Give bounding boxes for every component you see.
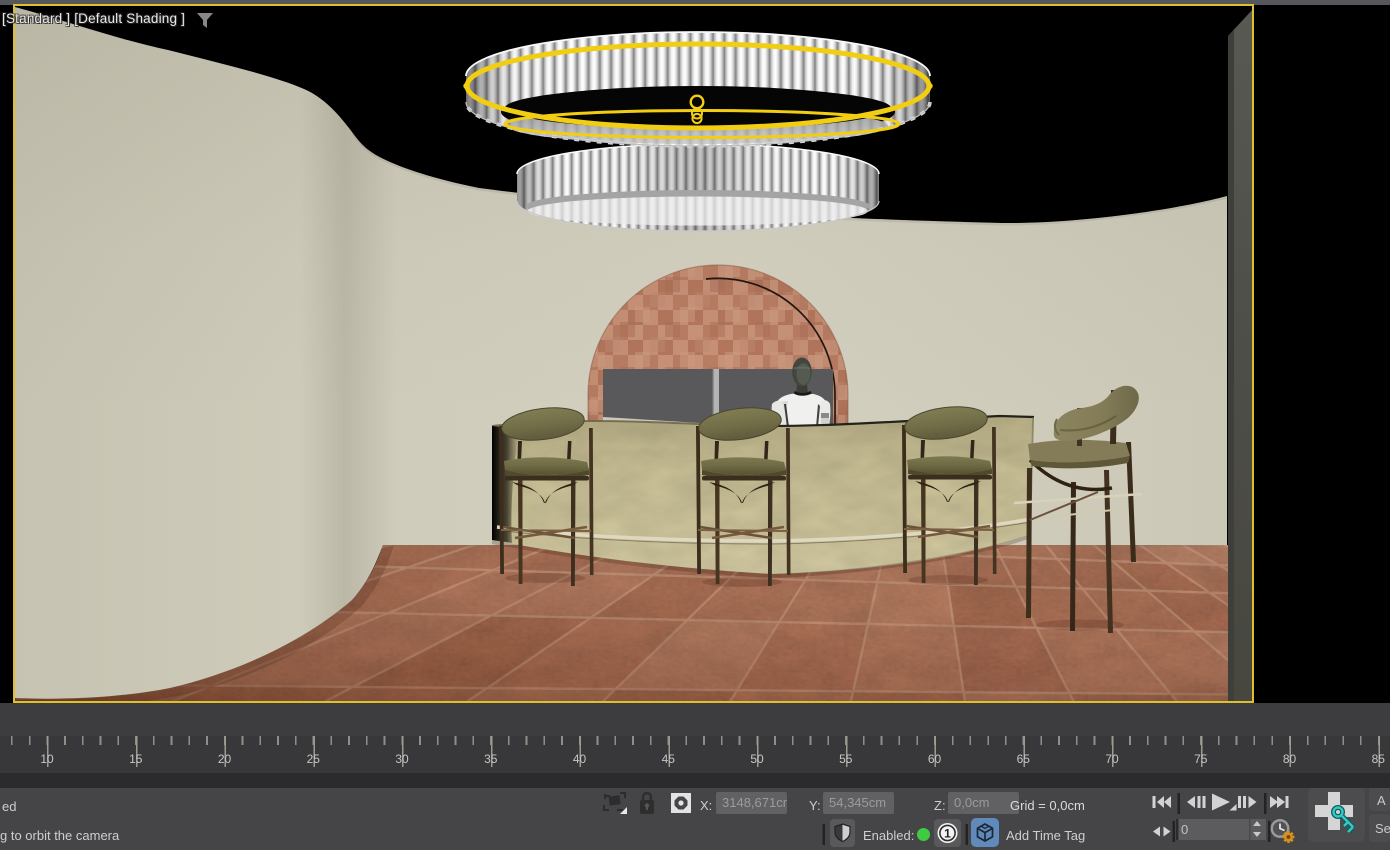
svg-text:1: 1 [944, 827, 951, 841]
